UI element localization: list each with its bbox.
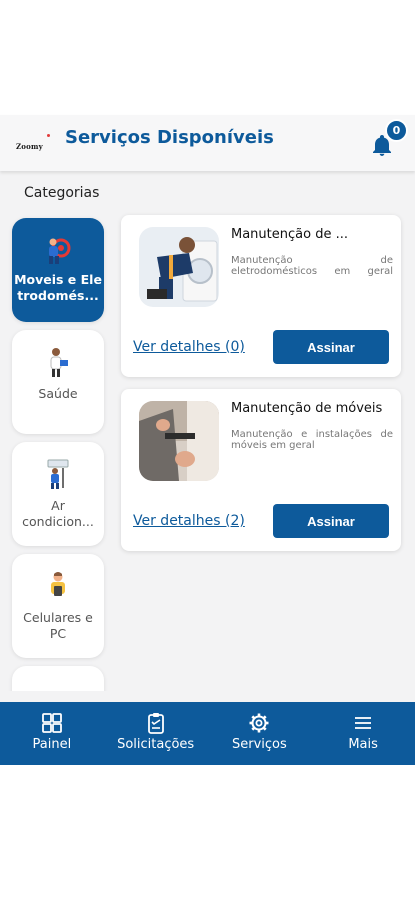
nav-item-painel[interactable]: Painel bbox=[0, 702, 104, 765]
category-label-line2: condicion... bbox=[22, 514, 94, 529]
category-ar-condicionado[interactable]: Ar condicion... bbox=[12, 442, 104, 546]
category-partial[interactable] bbox=[12, 666, 104, 691]
doctor-icon bbox=[50, 348, 68, 377]
air-conditioner-technician-icon bbox=[47, 459, 69, 489]
category-label-line2: PC bbox=[49, 626, 67, 641]
app: Zoomy Serviços Disponíveis 0 Categorias … bbox=[0, 115, 415, 765]
view-details-link[interactable]: Ver detalhes (2) bbox=[133, 513, 245, 529]
service-image-furniture-repair bbox=[139, 401, 219, 481]
category-label: Moveis e Ele trodomés... bbox=[14, 272, 102, 304]
furniture-repair-illustration bbox=[139, 401, 219, 481]
category-saude[interactable]: Saúde bbox=[12, 330, 104, 434]
service-card[interactable]: Manutenção de ... Manutenção de eletrodo… bbox=[121, 215, 401, 377]
app-header: Zoomy Serviços Disponíveis 0 bbox=[0, 115, 415, 171]
page-title: Serviços Disponíveis bbox=[65, 127, 274, 148]
menu-icon bbox=[355, 717, 372, 729]
category-label: Ar condicion... bbox=[14, 498, 102, 530]
nav-label: Solicitações bbox=[117, 737, 195, 752]
nav-label: Serviços bbox=[231, 737, 287, 752]
category-celulares-pc[interactable]: Celulares e PC bbox=[12, 554, 104, 658]
subscribe-button[interactable]: Assinar bbox=[273, 330, 389, 364]
technician-icon bbox=[49, 238, 71, 264]
clipboard-icon bbox=[147, 713, 164, 734]
bottom-navigation: Painel Solicitações Serviços Mais bbox=[0, 702, 415, 765]
category-label-line1: Moveis e Ele bbox=[14, 272, 102, 287]
view-details-link[interactable]: Ver detalhes (0) bbox=[133, 339, 245, 355]
phone-repair-icon bbox=[51, 572, 65, 596]
notification-badge[interactable]: 0 bbox=[385, 119, 408, 142]
service-description: Manutenção de eletrodomésticos em geral bbox=[231, 255, 393, 277]
service-card[interactable]: Manutenção de móveis Manutenção e instal… bbox=[121, 389, 401, 551]
logo-dot bbox=[47, 134, 50, 137]
appliance-repair-illustration bbox=[139, 227, 219, 307]
nav-label: Mais bbox=[348, 737, 378, 752]
category-label-line2: trodomés... bbox=[17, 288, 99, 303]
category-list[interactable]: Moveis e Ele trodomés... Saúde Ar condic… bbox=[0, 215, 116, 691]
nav-item-servicos[interactable]: Serviços bbox=[208, 702, 312, 765]
category-label-line1: Saúde bbox=[38, 386, 78, 401]
gear-icon bbox=[249, 713, 269, 733]
categories-heading: Categorias bbox=[24, 185, 100, 201]
service-description: Manutenção e instalações de móveis em ge… bbox=[231, 429, 393, 451]
nav-item-solicitacoes[interactable]: Solicitações bbox=[104, 702, 208, 765]
screen: Zoomy Serviços Disponíveis 0 Categorias … bbox=[0, 0, 415, 900]
category-label: Saúde bbox=[14, 386, 102, 402]
category-moveis-eletrodomesticos[interactable]: Moveis e Ele trodomés... bbox=[12, 218, 104, 322]
category-label-line1: Ar bbox=[51, 498, 65, 513]
subscribe-button[interactable]: Assinar bbox=[273, 504, 389, 538]
nav-item-mais[interactable]: Mais bbox=[311, 702, 415, 765]
worker-icon bbox=[45, 682, 71, 691]
service-title: Manutenção de móveis bbox=[231, 401, 383, 416]
app-logo: Zoomy bbox=[16, 134, 50, 151]
logo-text: Zoomy bbox=[16, 142, 43, 151]
nav-label: Painel bbox=[32, 737, 72, 752]
category-label: Celulares e PC bbox=[14, 610, 102, 642]
service-title: Manutenção de ... bbox=[231, 227, 348, 242]
service-image-appliance-repair bbox=[139, 227, 219, 307]
category-label-line1: Celulares e bbox=[23, 610, 93, 625]
dashboard-icon bbox=[41, 713, 62, 733]
